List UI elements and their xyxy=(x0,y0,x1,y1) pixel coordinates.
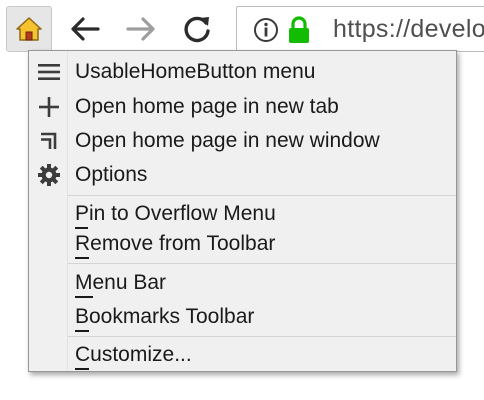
access-key-underline xyxy=(75,368,89,370)
url-text: https://develo xyxy=(333,15,484,43)
back-arrow-icon xyxy=(71,17,100,41)
home-icon xyxy=(16,17,42,41)
menu-item-menu-bar[interactable]: Menu Bar xyxy=(29,267,456,299)
reload-button[interactable] xyxy=(174,6,220,52)
reload-icon xyxy=(184,16,210,43)
plus-icon xyxy=(33,91,65,123)
menu-item-customize[interactable]: Customize... xyxy=(29,339,456,371)
hamburger-icon xyxy=(33,56,65,88)
forward-arrow-icon xyxy=(126,17,155,41)
menu-item-options[interactable]: Options xyxy=(29,159,456,191)
menu-separator xyxy=(68,263,456,264)
lock-icon[interactable] xyxy=(287,16,311,44)
access-key-underline xyxy=(75,330,89,332)
menu-item-label: Open home page in new window xyxy=(75,129,380,152)
menu-item-label: Remove from Toolbar xyxy=(75,232,276,255)
menu-item-bookmarks-toolbar[interactable]: Bookmarks Toolbar xyxy=(29,301,456,333)
access-key-underline xyxy=(75,296,93,298)
menu-item-label: Menu Bar xyxy=(75,271,167,294)
menu-item-open-home-new-tab[interactable]: Open home page in new tab xyxy=(29,91,456,123)
menu-separator xyxy=(68,336,456,337)
menu-item-open-home-new-window[interactable]: Open home page in new window xyxy=(29,125,456,157)
browser-window: https://develo UsableHomeButton menu Ope… xyxy=(0,0,484,400)
address-bar[interactable]: https://develo xyxy=(236,6,484,52)
menu-item-label: Open home page in new tab xyxy=(75,95,339,118)
menu-item-pin-to-overflow[interactable]: Pin to Overflow Menu xyxy=(29,198,456,230)
info-icon[interactable] xyxy=(253,17,279,43)
forward-button[interactable] xyxy=(118,6,164,52)
menu-separator xyxy=(68,195,456,196)
gear-icon xyxy=(33,159,65,191)
menu-item-label: UsableHomeButton menu xyxy=(75,60,316,83)
home-button[interactable] xyxy=(6,6,52,52)
menu-item-usablehomebutton-menu[interactable]: UsableHomeButton menu xyxy=(29,56,456,88)
menu-item-label: Bookmarks Toolbar xyxy=(75,305,255,328)
menu-item-label: Customize... xyxy=(75,343,192,366)
menu-item-label: Options xyxy=(75,163,148,186)
context-menu: UsableHomeButton menu Open home page in … xyxy=(28,50,457,372)
back-button[interactable] xyxy=(62,6,108,52)
access-key-underline xyxy=(75,257,89,259)
menu-item-remove-from-toolbar[interactable]: Remove from Toolbar xyxy=(29,228,456,260)
new-window-icon xyxy=(33,125,65,157)
menu-item-label: Pin to Overflow Menu xyxy=(75,202,276,225)
